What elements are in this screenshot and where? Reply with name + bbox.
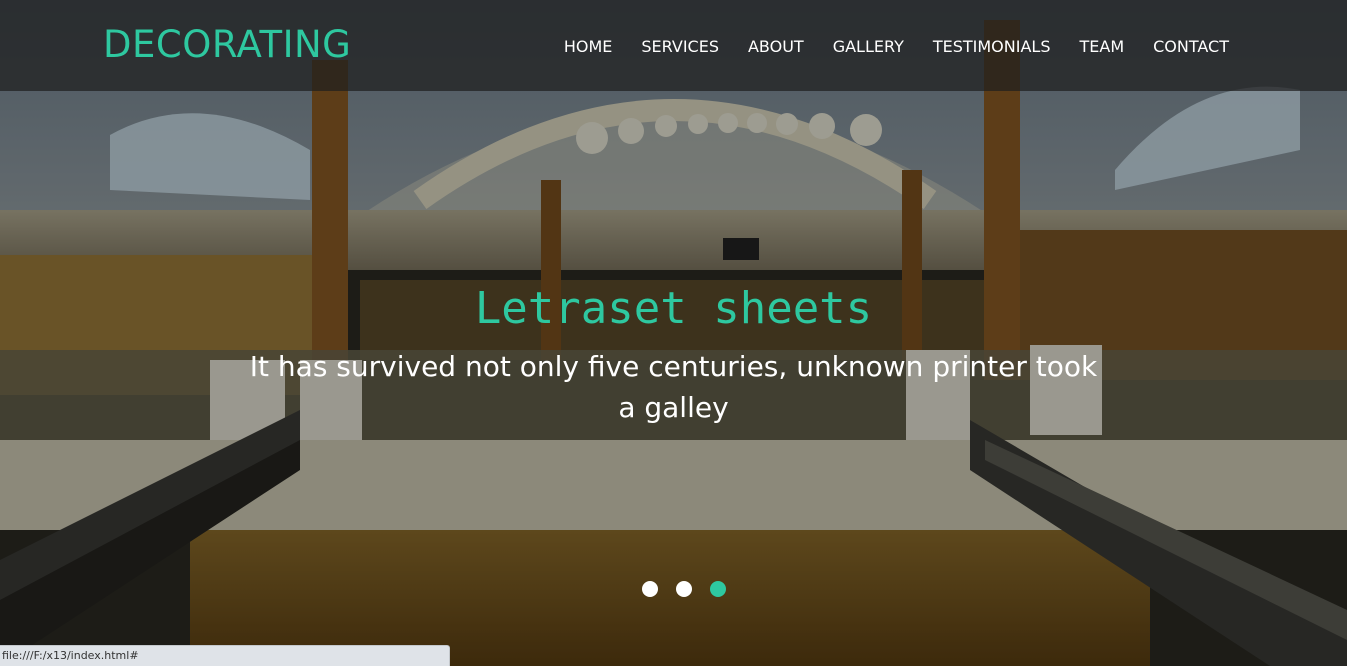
slide-description-line-2: a galley — [618, 391, 729, 424]
nav-item-team: TEAM — [1079, 36, 1124, 58]
slide-title: Letraset sheets — [474, 283, 873, 334]
carousel-indicators — [642, 581, 744, 597]
slide-caption: Letraset sheets It has survived not only… — [240, 282, 1107, 428]
brand-logo[interactable]: DECORATING — [103, 22, 351, 68]
browser-status-bar: file:///F:/x13/index.html# — [0, 645, 450, 666]
nav-item-gallery: GALLERY — [833, 36, 904, 58]
slide-description-line-1: It has survived not only five centuries,… — [249, 350, 1098, 383]
nav-link-team[interactable]: TEAM — [1079, 37, 1124, 56]
nav-item-contact: CONTACT — [1153, 36, 1229, 58]
nav-link-services[interactable]: SERVICES — [641, 37, 719, 56]
top-navbar: DECORATING HOME SERVICES ABOUT GALLERY T… — [0, 0, 1347, 91]
hero-slider: DECORATING HOME SERVICES ABOUT GALLERY T… — [0, 0, 1347, 666]
nav-menu: HOME SERVICES ABOUT GALLERY TESTIMONIALS… — [535, 36, 1229, 58]
nav-link-about[interactable]: ABOUT — [748, 37, 804, 56]
carousel-dot-2[interactable] — [676, 581, 692, 597]
carousel-dot-1[interactable] — [642, 581, 658, 597]
nav-link-gallery[interactable]: GALLERY — [833, 37, 904, 56]
nav-link-home[interactable]: HOME — [564, 37, 613, 56]
nav-item-about: ABOUT — [748, 36, 804, 58]
nav-item-services: SERVICES — [641, 36, 719, 58]
nav-link-testimonials[interactable]: TESTIMONIALS — [933, 37, 1051, 56]
nav-item-testimonials: TESTIMONIALS — [933, 36, 1051, 58]
nav-link-contact[interactable]: CONTACT — [1153, 37, 1229, 56]
carousel-dot-3[interactable] — [710, 581, 726, 597]
slide-description: It has survived not only five centuries,… — [240, 346, 1107, 428]
nav-item-home: HOME — [564, 36, 613, 58]
